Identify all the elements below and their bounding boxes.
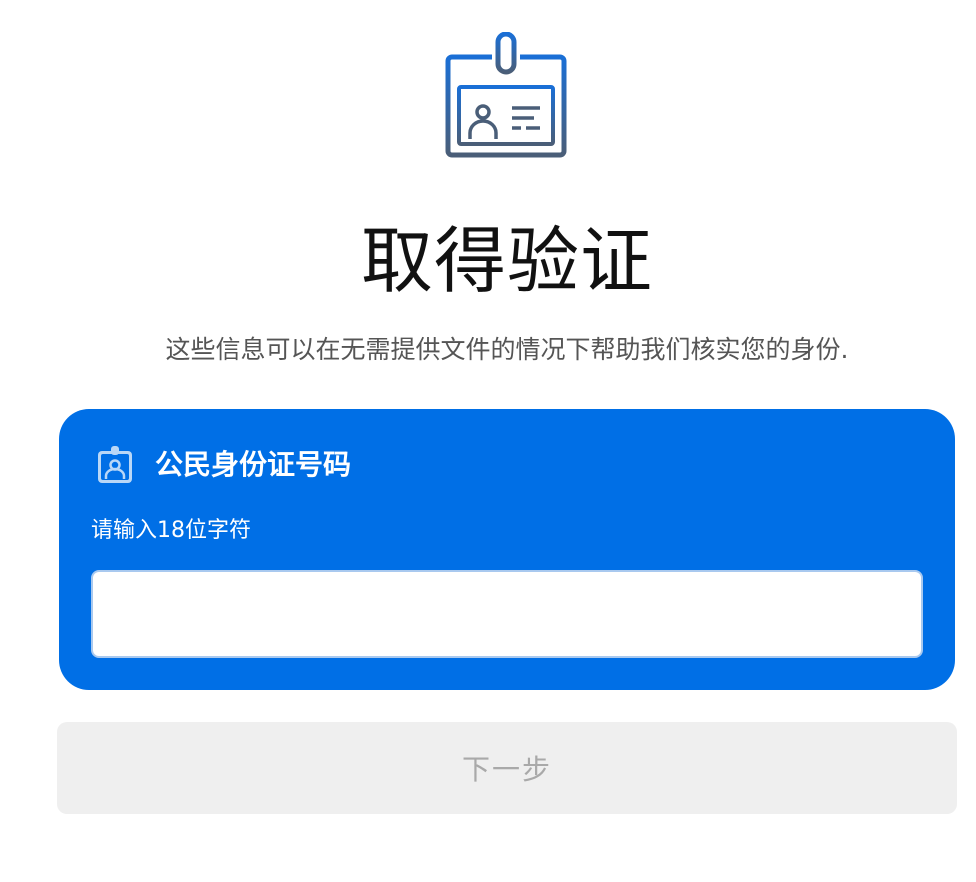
input-hint: 请输入18位字符 <box>91 518 251 543</box>
id-number-panel: 公民身份证号码 请输入18位字符 <box>59 409 955 690</box>
panel-header: 公民身份证号码 <box>95 445 351 485</box>
verification-page: 取得验证 这些信息可以在无需提供文件的情况下帮助我们核实您的身份. 公民身份证号… <box>0 0 976 882</box>
page-title: 取得验证 <box>360 219 653 303</box>
panel-title: 公民身份证号码 <box>155 448 352 481</box>
id-badge-icon <box>98 446 132 483</box>
id-badge-icon <box>445 32 567 158</box>
id-number-input[interactable] <box>91 570 923 658</box>
next-button[interactable]: 下一步 <box>57 722 957 814</box>
page-subtitle: 这些信息可以在无需提供文件的情况下帮助我们核实您的身份. <box>165 335 849 364</box>
